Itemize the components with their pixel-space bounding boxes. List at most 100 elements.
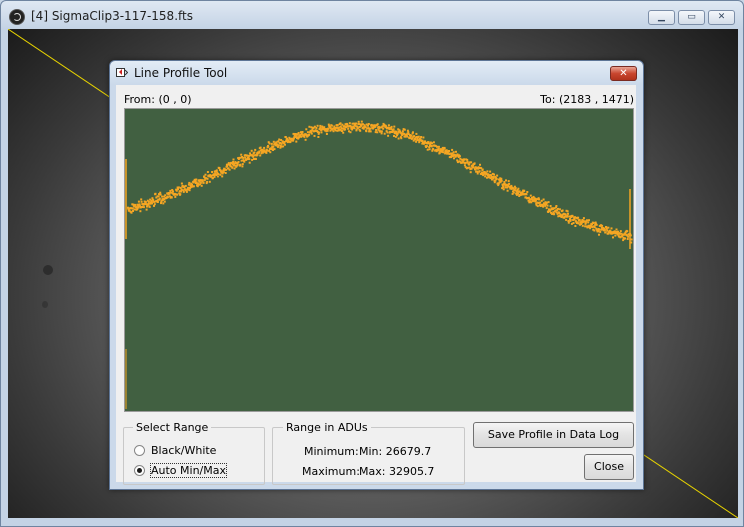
profile-point <box>248 158 251 161</box>
profile-point <box>221 175 224 178</box>
profile-point <box>225 168 228 171</box>
profile-point <box>187 186 190 189</box>
profile-point <box>342 131 345 134</box>
profile-point <box>142 206 145 209</box>
profile-point <box>222 171 225 174</box>
save-profile-button[interactable]: Save Profile in Data Log <box>473 422 634 448</box>
profile-point <box>162 202 165 205</box>
profile-point <box>484 175 487 178</box>
profile-point <box>476 172 479 175</box>
profile-point <box>263 146 266 149</box>
profile-point <box>481 168 484 171</box>
profile-point <box>496 174 499 177</box>
profile-point <box>278 138 281 141</box>
minimize-button[interactable]: ▁ <box>648 10 675 25</box>
profile-point <box>133 208 136 211</box>
profile-point <box>277 144 280 147</box>
profile-plot <box>124 108 634 412</box>
profile-point <box>218 167 221 169</box>
profile-point <box>415 132 418 135</box>
close-button[interactable]: Close <box>584 454 634 480</box>
profile-point <box>296 133 299 136</box>
profile-point <box>539 201 542 204</box>
profile-point <box>607 226 610 229</box>
profile-point <box>303 135 306 138</box>
profile-point <box>547 201 550 204</box>
profile-point <box>473 162 476 165</box>
profile-point <box>412 131 414 134</box>
profile-point <box>161 195 164 198</box>
maximize-button[interactable]: ▭ <box>678 10 705 25</box>
profile-point <box>526 191 529 193</box>
profile-point <box>456 159 459 162</box>
profile-point <box>172 190 174 193</box>
profile-point <box>380 132 383 135</box>
profile-point <box>144 201 147 203</box>
profile-point <box>546 204 549 207</box>
profile-point <box>523 189 526 192</box>
profile-point <box>192 185 195 188</box>
profile-point <box>573 218 576 221</box>
profile-point <box>448 150 450 152</box>
profile-point <box>308 125 311 128</box>
image-window-titlebar[interactable]: [4] SigmaClip3-117-158.fts ▁ ▭ ✕ <box>1 1 743 31</box>
profile-point <box>495 178 498 180</box>
profile-point <box>577 216 580 219</box>
profile-point <box>386 131 389 134</box>
profile-point <box>304 138 307 141</box>
profile-point <box>399 131 402 134</box>
profile-point <box>148 205 151 208</box>
minimize-icon: ▁ <box>658 12 665 22</box>
profile-point <box>131 207 134 210</box>
profile-point <box>156 201 159 203</box>
maximize-icon: ▭ <box>687 12 696 22</box>
profile-point <box>493 173 495 176</box>
profile-point <box>517 192 519 195</box>
profile-point <box>145 208 148 211</box>
profile-point <box>565 218 568 221</box>
profile-point <box>319 124 322 127</box>
profile-point <box>272 145 275 148</box>
profile-point <box>188 189 191 192</box>
profile-point <box>612 236 614 239</box>
auto-min-max-radio[interactable] <box>134 465 145 476</box>
minimum-value: Min: 26679.7 <box>359 445 432 458</box>
profile-point <box>216 175 219 178</box>
profile-point <box>599 230 602 233</box>
dialog-titlebar[interactable]: Line Profile Tool ✕ <box>110 61 643 85</box>
profile-point <box>347 127 350 130</box>
window-close-button[interactable]: ✕ <box>708 10 735 25</box>
profile-point <box>169 189 172 192</box>
line-profile-dialog: Line Profile Tool ✕ From: (0 , 0) To: (2… <box>109 60 644 490</box>
profile-point <box>215 169 218 172</box>
profile-point <box>237 161 240 163</box>
profile-point <box>389 130 392 133</box>
profile-point <box>295 140 298 143</box>
profile-point <box>603 229 606 232</box>
dialog-close-button[interactable]: ✕ <box>610 66 637 81</box>
profile-point <box>348 122 351 125</box>
profile-point <box>351 128 354 131</box>
black-white-label[interactable]: Black/White <box>151 444 216 457</box>
profile-point <box>472 166 475 169</box>
profile-point <box>206 177 209 180</box>
profile-point <box>359 129 362 132</box>
profile-point <box>360 120 363 123</box>
auto-min-max-label[interactable]: Auto Min/Max <box>149 463 228 478</box>
profile-point <box>610 227 613 230</box>
profile-point <box>415 140 418 143</box>
profile-point <box>232 158 235 161</box>
profile-point <box>313 134 316 137</box>
profile-point <box>476 170 479 173</box>
profile-point <box>185 190 188 193</box>
profile-point <box>376 123 379 126</box>
profile-point <box>254 158 257 160</box>
profile-point <box>510 184 513 187</box>
select-range-legend: Select Range <box>133 421 212 434</box>
profile-point <box>266 149 269 152</box>
profile-point <box>344 128 347 131</box>
range-in-adus-group: Range in ADUs Minimum: Min: 26679.7 Maxi… <box>272 421 465 485</box>
black-white-radio[interactable] <box>134 445 145 456</box>
minimum-label: Minimum: <box>304 445 359 458</box>
profile-point <box>469 171 472 174</box>
